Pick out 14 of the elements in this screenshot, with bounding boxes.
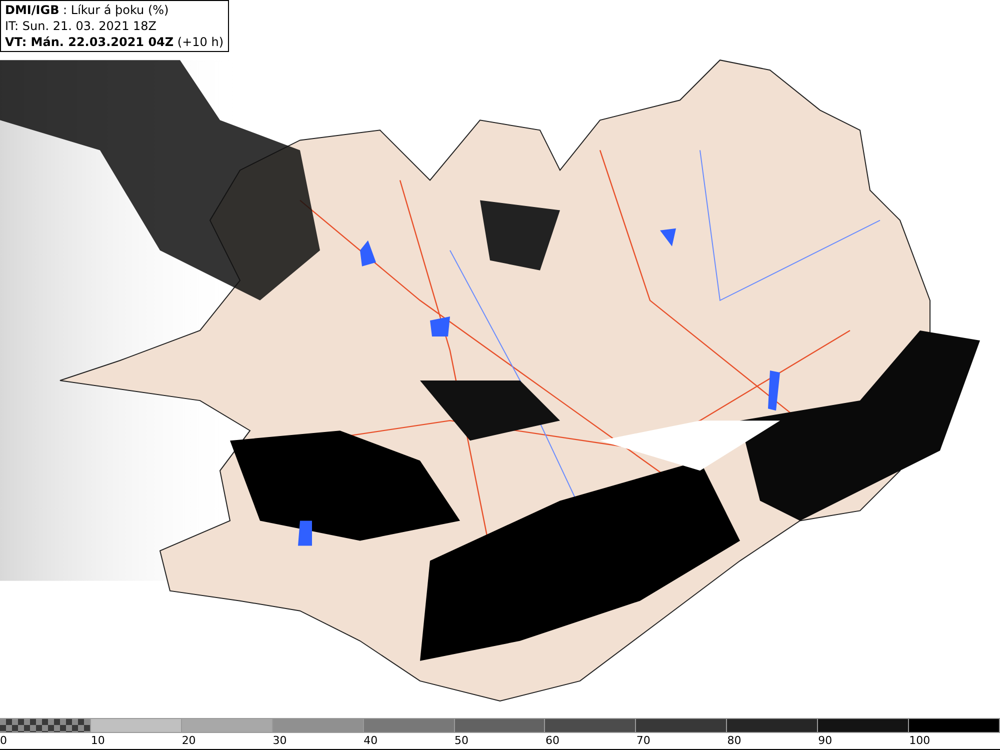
issue-time: IT: Sun. 21. 03. 2021 18Z bbox=[5, 18, 158, 34]
legend-label: 40 bbox=[364, 734, 378, 747]
legend-label: 60 bbox=[545, 734, 560, 747]
legend-label: 90 bbox=[818, 734, 832, 747]
map-title: DMI/IGB : Líkur á þoku (%) bbox=[5, 2, 170, 18]
legend-label: 10 bbox=[90, 734, 105, 747]
legend-label: 0 bbox=[0, 734, 7, 747]
legend-label: 100 bbox=[909, 734, 930, 747]
legend-label: 80 bbox=[727, 734, 742, 747]
valid-time: VT: Mán. 22.03.2021 04Z (+10 h) bbox=[5, 34, 224, 50]
legend-label: 50 bbox=[454, 734, 469, 747]
legend-label: 20 bbox=[182, 734, 196, 747]
legend-label: 30 bbox=[272, 734, 287, 747]
legend-label: 70 bbox=[636, 734, 650, 747]
